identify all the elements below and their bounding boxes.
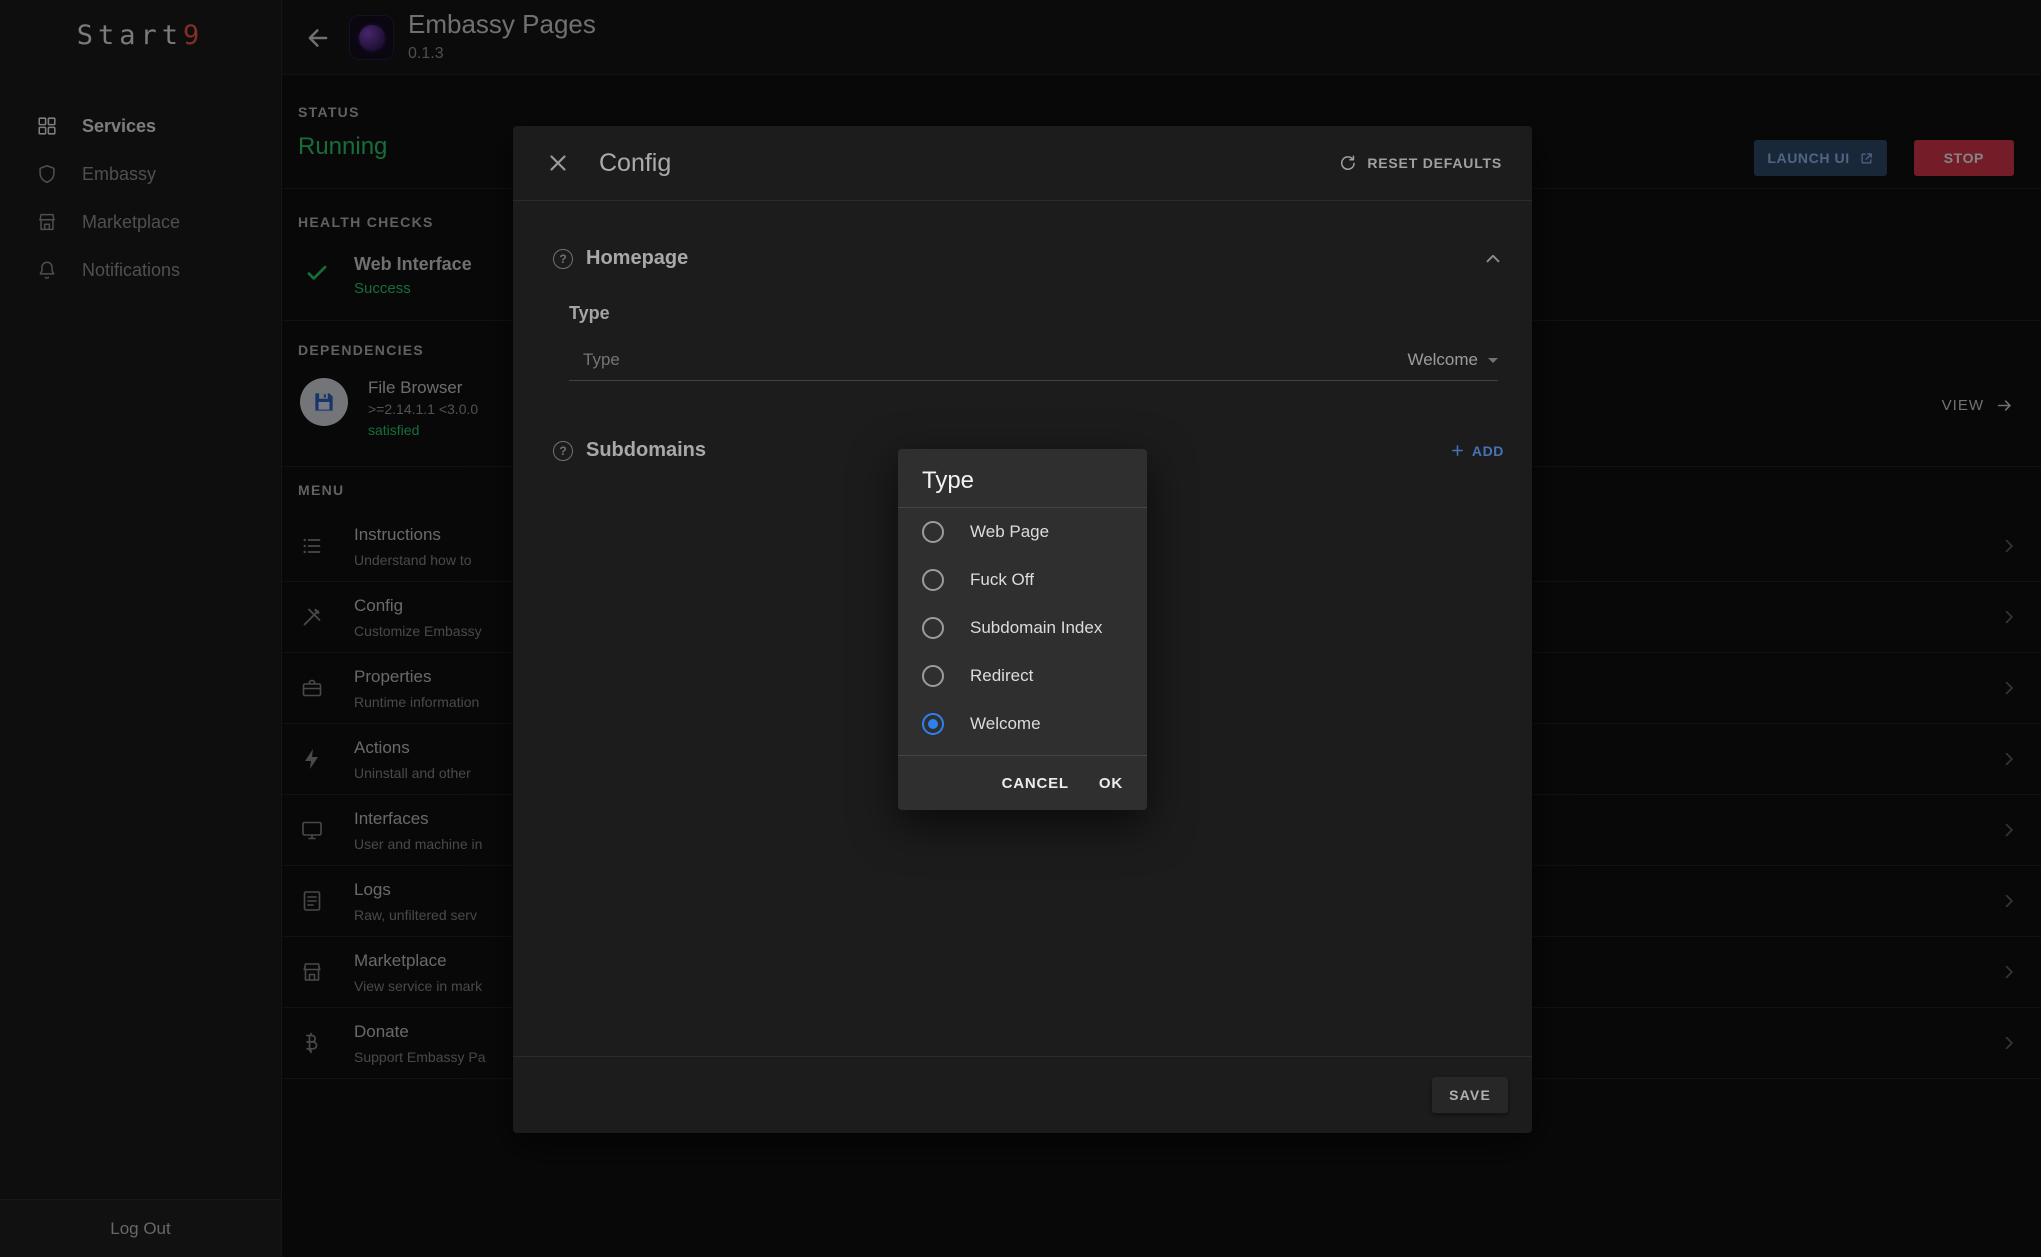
dialog-actions: CANCEL OK bbox=[898, 755, 1147, 810]
screen: Start9 Services Embassy Marketplace bbox=[0, 0, 2041, 1257]
radio-icon bbox=[922, 617, 944, 639]
type-option-subdomain-index[interactable]: Subdomain Index bbox=[898, 604, 1147, 652]
radio-icon bbox=[922, 713, 944, 735]
type-options-list: Web Page Fuck Off Subdomain Index Redire… bbox=[898, 508, 1147, 748]
type-option-web-page[interactable]: Web Page bbox=[898, 508, 1147, 556]
radio-icon bbox=[922, 521, 944, 543]
cancel-button[interactable]: CANCEL bbox=[1002, 775, 1069, 792]
dialog-title: Type bbox=[898, 449, 1147, 507]
radio-icon bbox=[922, 569, 944, 591]
option-label: Fuck Off bbox=[970, 570, 1034, 590]
ok-button[interactable]: OK bbox=[1099, 775, 1123, 792]
type-dialog: Type Web Page Fuck Off Subdomain Index R… bbox=[898, 449, 1147, 810]
option-label: Redirect bbox=[970, 666, 1033, 686]
option-label: Subdomain Index bbox=[970, 618, 1102, 638]
type-option-fuck-off[interactable]: Fuck Off bbox=[898, 556, 1147, 604]
option-label: Web Page bbox=[970, 522, 1049, 542]
radio-icon bbox=[922, 665, 944, 687]
option-label: Welcome bbox=[970, 714, 1041, 734]
type-option-redirect[interactable]: Redirect bbox=[898, 652, 1147, 700]
type-option-welcome[interactable]: Welcome bbox=[898, 700, 1147, 748]
